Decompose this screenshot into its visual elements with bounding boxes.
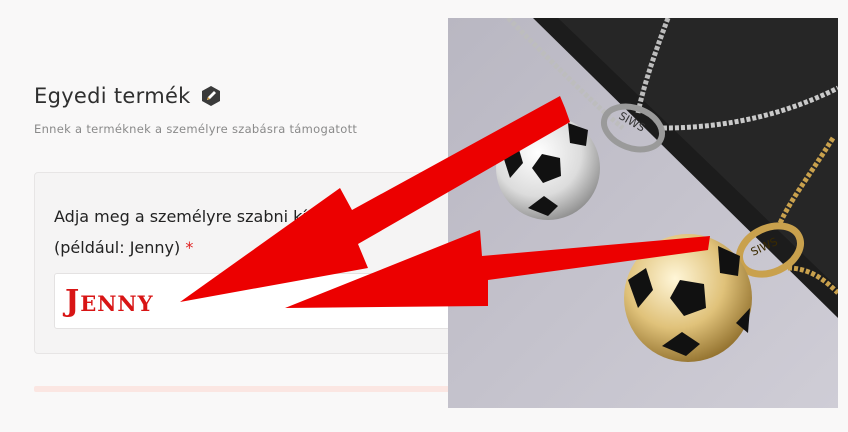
product-title-row: Egyedi termék xyxy=(34,84,222,108)
product-photo: SIWS SIWS xyxy=(448,18,838,408)
personalization-label: Adja meg a személyre szabni kívánt nevet… xyxy=(54,201,484,263)
personalization-label-line1: Adja meg a személyre szabni kívánt nevet xyxy=(54,207,394,226)
name-input-value: Jenny xyxy=(65,284,154,319)
product-subtitle: Ennek a terméknek a személyre szabásra t… xyxy=(34,122,358,136)
name-input[interactable]: Jenny xyxy=(54,273,474,329)
personalization-card: Adja meg a személyre szabni kívánt nevet… xyxy=(34,172,494,354)
product-title: Egyedi termék xyxy=(34,84,191,108)
product-page: Egyedi termék Ennek a terméknek a személ… xyxy=(0,0,848,432)
pencil-icon xyxy=(201,86,220,106)
personalization-label-line2: (például: Jenny) xyxy=(54,238,181,257)
required-marker: * xyxy=(185,238,194,257)
next-section-edge xyxy=(34,386,454,392)
